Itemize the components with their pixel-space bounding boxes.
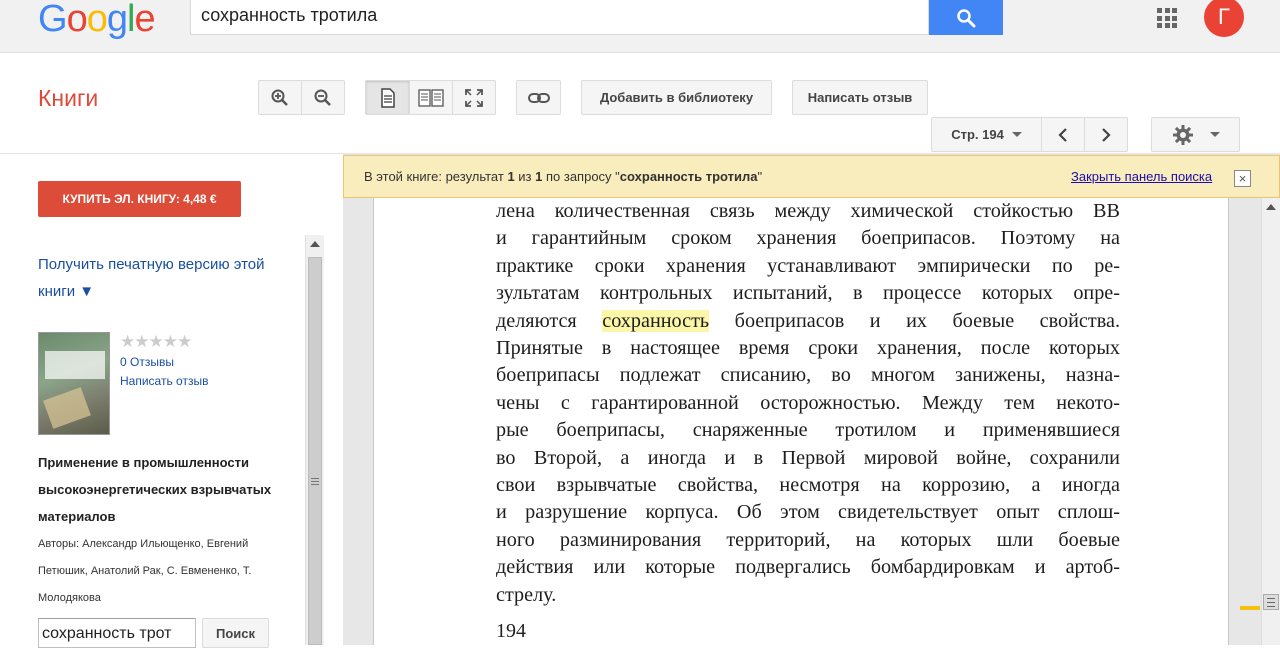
search-button[interactable] bbox=[929, 0, 1003, 35]
viewer-scrollbar[interactable] bbox=[1261, 198, 1280, 645]
chevron-down-icon bbox=[1011, 132, 1022, 137]
scroll-up-arrow-icon[interactable] bbox=[1266, 204, 1276, 210]
logo-letter: l bbox=[126, 0, 136, 40]
page-text-line: ного разминирования территорий, на котор… bbox=[496, 528, 1120, 551]
gear-icon bbox=[1172, 124, 1193, 145]
search-results-bar: В этой книге: результат 1 из 1 по запрос… bbox=[343, 155, 1280, 198]
zoom-in-button[interactable] bbox=[259, 81, 302, 114]
two-page-icon bbox=[418, 88, 444, 107]
page-text-line: чены с гарантированной осторожностью. Ме… bbox=[496, 391, 1120, 414]
page-text-line: действия или которые подвергались бомбар… bbox=[496, 556, 1120, 579]
next-page-button[interactable] bbox=[1085, 118, 1127, 151]
search-hit-marker[interactable] bbox=[1240, 606, 1260, 610]
page-text-line: стрелу. bbox=[496, 583, 557, 606]
zoom-group bbox=[258, 80, 345, 115]
sidebar-scrollbar[interactable] bbox=[305, 235, 324, 645]
page-text-line: боеприпасы подлежат списанию, во многом … bbox=[496, 364, 1120, 387]
close-search-panel-link[interactable]: Закрыть панель поиска bbox=[1071, 169, 1212, 184]
page-text-line: во Второй, а иногда и в Первой мировой в… bbox=[496, 446, 1120, 469]
page-text-line: рые боеприпасы, снаряженные тротилом и п… bbox=[496, 419, 1120, 442]
scroll-up-arrow-icon[interactable] bbox=[310, 241, 320, 247]
get-print-version-link[interactable]: Получить печатную версию этой книги ▼ bbox=[38, 251, 298, 305]
fullscreen-button[interactable] bbox=[453, 81, 495, 114]
chevron-left-icon bbox=[1058, 127, 1067, 142]
add-to-library-button[interactable]: Добавить в библиотеку bbox=[581, 80, 772, 115]
page-text-line: свои взрывчатые свойства, несмотря на ко… bbox=[496, 474, 1120, 497]
zoom-out-icon bbox=[314, 89, 331, 106]
page-text-line: лена количественная связь между химическ… bbox=[496, 200, 1120, 222]
top-bar: Google сохранность тротила Г bbox=[0, 0, 1280, 53]
page-text-line: деляются сохранность боеприпасов и их бо… bbox=[496, 309, 1120, 332]
scrollbar-thumb[interactable] bbox=[1263, 594, 1279, 610]
chevron-down-icon bbox=[1209, 132, 1220, 137]
write-review-link[interactable]: Написать отзыв bbox=[120, 374, 208, 388]
page-text-line: зультатам контрольных испытаний, в проце… bbox=[496, 282, 1120, 305]
scrollbar-thumb[interactable] bbox=[308, 257, 322, 645]
settings-button[interactable] bbox=[1151, 117, 1240, 152]
search-input[interactable]: сохранность тротила bbox=[190, 0, 929, 35]
page-text-line: и гарантийным сроком хранения боеприпасо… bbox=[496, 227, 1120, 250]
book-authors: Авторы: Александр Ильющенко, Евгений Пет… bbox=[38, 538, 252, 604]
prev-page-button[interactable] bbox=[1042, 118, 1085, 151]
book-page: лена количественная связь между химическ… bbox=[373, 198, 1229, 645]
page-number: 194 bbox=[496, 620, 526, 642]
link-button[interactable] bbox=[516, 80, 561, 115]
in-book-search-input[interactable]: сохранность трот bbox=[38, 618, 196, 648]
page-select[interactable]: Стр. 194 bbox=[932, 118, 1042, 151]
rating-stars: ★★★★★ bbox=[120, 332, 192, 351]
page-label: Стр. 194 bbox=[951, 127, 1004, 142]
write-review-button[interactable]: Написать отзыв bbox=[792, 80, 928, 115]
avatar[interactable]: Г bbox=[1204, 0, 1244, 37]
logo-letter: g bbox=[106, 0, 128, 40]
reviews-count-link[interactable]: 0 Отзывы bbox=[120, 355, 174, 369]
fullscreen-icon bbox=[465, 88, 483, 107]
zoom-in-icon bbox=[271, 89, 288, 106]
page-text-line: Принятые в настоящее время сроки хранени… bbox=[496, 337, 1120, 360]
book-title: Применение в промышленности высокоэнерге… bbox=[38, 455, 272, 524]
logo-letter: e bbox=[134, 0, 155, 40]
single-page-view-button[interactable] bbox=[366, 81, 410, 114]
page-text-line: и разрушение корпуса. Об этом свидетельс… bbox=[496, 501, 1120, 524]
link-icon bbox=[527, 92, 550, 103]
apps-grid-icon[interactable] bbox=[1157, 8, 1177, 28]
chevron-right-icon bbox=[1102, 127, 1111, 142]
logo-letter: G bbox=[38, 0, 68, 40]
magnifier-icon bbox=[957, 8, 976, 27]
book-cover[interactable] bbox=[38, 332, 110, 435]
logo-letter: o bbox=[66, 0, 88, 40]
close-icon[interactable]: × bbox=[1234, 170, 1251, 187]
two-page-view-button[interactable] bbox=[410, 81, 453, 114]
google-logo[interactable]: Google bbox=[38, 0, 156, 40]
in-book-search-button[interactable]: Поиск bbox=[202, 618, 269, 648]
page-text-line: практике сроки хранения устанавливают эм… bbox=[496, 254, 1120, 277]
zoom-out-button[interactable] bbox=[302, 81, 344, 114]
page-nav-group: Стр. 194 bbox=[931, 117, 1128, 152]
search-highlight: сохранность bbox=[602, 309, 710, 332]
single-page-icon bbox=[380, 87, 395, 108]
buy-ebook-button[interactable]: КУПИТЬ ЭЛ. КНИГУ: 4,48 € bbox=[38, 181, 241, 217]
page-text: лена количественная связь между химическ… bbox=[496, 198, 1120, 609]
results-summary: В этой книге: результат 1 из 1 по запрос… bbox=[364, 169, 763, 184]
books-section-title[interactable]: Книги bbox=[38, 85, 98, 112]
logo-letter: o bbox=[86, 0, 108, 40]
view-mode-group bbox=[365, 80, 496, 115]
